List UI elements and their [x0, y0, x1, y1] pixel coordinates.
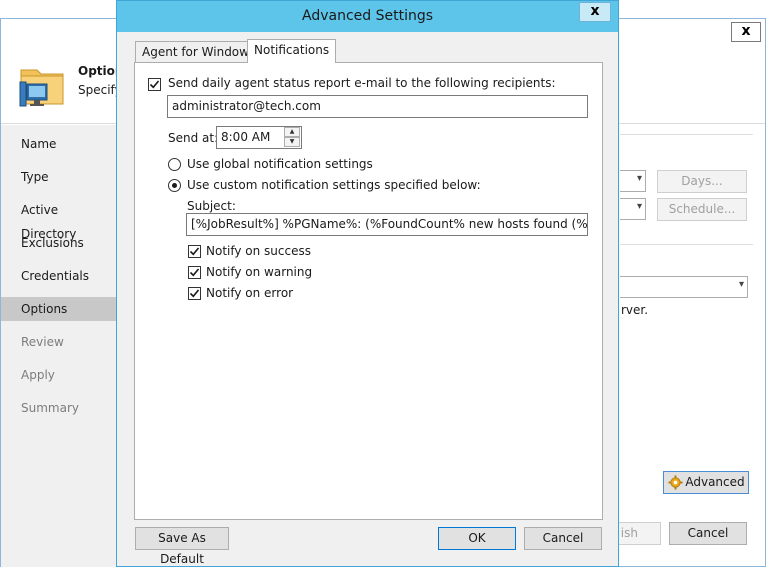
dialog-close-button[interactable]: x [579, 2, 611, 22]
radio-custom-label: Use custom notification settings specifi… [187, 178, 481, 192]
radio-global-label: Use global notification settings [187, 157, 373, 171]
chevron-down-icon: ▾ [636, 173, 642, 184]
arrow-down-icon: ▼ [289, 138, 295, 145]
notify-error-checkbox[interactable] [188, 287, 201, 300]
chevron-down-icon: ▾ [636, 201, 642, 212]
schedule-button: Schedule... [657, 198, 747, 221]
notify-warning-label: Notify on warning [206, 265, 313, 279]
tab-notifications[interactable]: Notifications [247, 39, 337, 63]
nav-item-active-directory[interactable]: Active Directory [1, 198, 117, 241]
nav-item-exclusions[interactable]: Exclusions [1, 231, 117, 255]
time-spin-up[interactable]: ▲ [284, 127, 300, 137]
dialog-title: Advanced Settings [301, 8, 434, 24]
checkmark-icon [189, 289, 200, 298]
wizard-nav: Name Type Active Directory Exclusions Cr… [1, 125, 117, 567]
send-report-checkbox[interactable] [148, 78, 161, 91]
chevron-down-icon: ▾ [738, 279, 744, 290]
nav-item-credentials[interactable]: Credentials [1, 264, 117, 288]
checkmark-icon [149, 80, 160, 89]
days-button: Days... [657, 170, 747, 193]
advanced-settings-dialog: Advanced Settings x Agent for Windows No… [116, 0, 619, 567]
send-at-label: Send at: [168, 131, 219, 145]
checkmark-icon [189, 268, 200, 277]
close-icon: x [590, 3, 600, 19]
section-divider [620, 244, 753, 245]
subject-label: Subject: [187, 199, 236, 213]
radio-custom-settings[interactable] [168, 179, 181, 192]
radio-global-settings[interactable] [168, 158, 181, 171]
nav-item-summary: Summary [21, 401, 79, 415]
schedule-combo-2[interactable]: ▾ [620, 198, 646, 220]
arrow-up-icon: ▲ [289, 128, 295, 135]
notify-warning-checkbox[interactable] [188, 266, 201, 279]
time-spin-down[interactable]: ▼ [284, 137, 300, 147]
nav-item-review: Review [21, 335, 64, 349]
send-at-time-value: 8:00 AM [221, 130, 271, 144]
partial-description-text: rver. [621, 303, 649, 317]
nav-item-type[interactable]: Type [1, 165, 117, 189]
nav-item-apply: Apply [21, 368, 55, 382]
wizard-close-button[interactable]: x [731, 22, 761, 42]
subject-input[interactable]: [%JobResult%] %PGName%: (%FoundCount% ne… [186, 213, 588, 236]
dialog-titlebar: Advanced Settings x [117, 1, 618, 32]
close-icon: x [741, 23, 751, 39]
notify-error-label: Notify on error [206, 286, 294, 300]
folder-computer-icon [19, 69, 64, 107]
tab-agent-for-windows[interactable]: Agent for Windows [135, 41, 263, 64]
recipients-input[interactable]: administrator@tech.com [167, 95, 588, 118]
schedule-combo-1[interactable]: ▾ [620, 170, 646, 192]
save-as-default-button[interactable]: Save As Default [135, 527, 229, 566]
notify-success-label: Notify on success [206, 244, 311, 258]
checkmark-icon [189, 247, 200, 256]
ok-button[interactable]: OK [438, 527, 516, 550]
nav-item-options[interactable]: Options [1, 297, 117, 321]
advanced-button[interactable]: Advanced [663, 471, 749, 494]
notifications-panel: Send daily agent status report e-mail to… [134, 62, 603, 520]
gear-icon [668, 475, 683, 490]
notify-success-checkbox[interactable] [188, 245, 201, 258]
nav-item-name[interactable]: Name [1, 132, 117, 156]
send-report-label: Send daily agent status report e-mail to… [168, 76, 556, 90]
advanced-button-label: Advanced [685, 475, 745, 489]
wizard-cancel-button[interactable]: Cancel [669, 522, 747, 545]
target-combo[interactable]: ▾ [620, 276, 748, 298]
dialog-cancel-button[interactable]: Cancel [524, 527, 602, 550]
section-divider [620, 134, 753, 135]
